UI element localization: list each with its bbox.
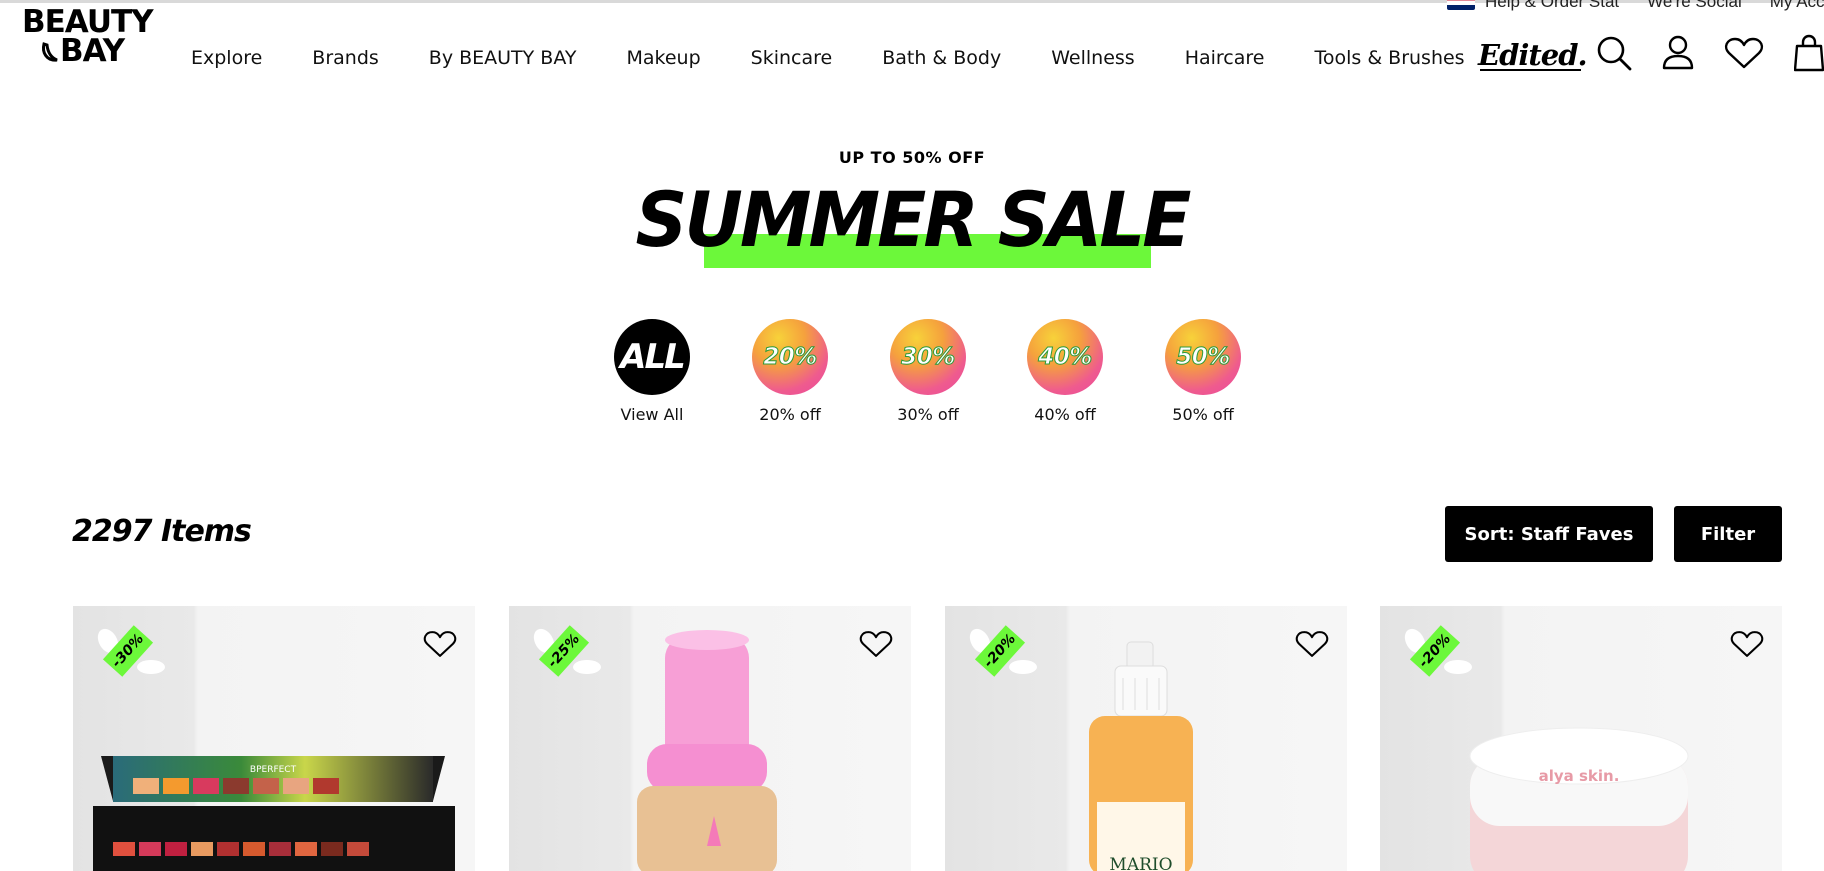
main-nav: Explore Brands By BEAUTY BAY Makeup Skin…	[191, 47, 1465, 69]
filter-20-off[interactable]: 20% 20% off	[735, 319, 845, 424]
circle-label: 20% off	[759, 405, 821, 424]
circle-label: 40% off	[1034, 405, 1096, 424]
heart-icon	[859, 631, 893, 657]
discount-badge: 40%	[1027, 319, 1103, 395]
filter-view-all[interactable]: ALL View All	[597, 319, 707, 424]
search-button[interactable]	[1595, 34, 1633, 77]
nav-by-beauty-bay[interactable]: By BEAUTY BAY	[429, 47, 577, 69]
discount-tag: -30%	[93, 625, 167, 678]
help-link[interactable]: Help & Order Stat	[1446, 0, 1620, 12]
filter-40-off[interactable]: 40% 40% off	[1010, 319, 1120, 424]
wishlist-button[interactable]	[1724, 37, 1764, 74]
discount-tag: -20%	[1400, 625, 1474, 678]
add-to-wishlist-button[interactable]	[1295, 630, 1329, 663]
discount-badge: 30%	[890, 319, 966, 395]
promo-subtitle: UP TO 50% OFF	[838, 148, 986, 167]
filter-button[interactable]: Filter	[1674, 506, 1782, 562]
nav-wellness[interactable]: Wellness	[1051, 47, 1134, 69]
discount-badge: 50%	[1165, 319, 1241, 395]
filter-30-off[interactable]: 30% 30% off	[873, 319, 983, 424]
jar-brand-text: alya skin.	[1539, 767, 1620, 785]
nav-skincare[interactable]: Skincare	[751, 47, 833, 69]
search-icon	[1597, 36, 1632, 71]
product-card[interactable]: MARIO -20%	[945, 606, 1347, 871]
nav-explore[interactable]: Explore	[191, 47, 262, 69]
utility-bar: Help & Order Stat We're Social My Acco	[1446, 0, 1824, 12]
palette-brand-text: BPERFECT	[250, 765, 297, 775]
edited-link[interactable]: Edited.	[1478, 38, 1588, 72]
discount-badge: 20%	[752, 319, 828, 395]
account-button[interactable]	[1660, 34, 1696, 77]
all-badge: ALL	[614, 319, 690, 395]
help-label: Help & Order Stat	[1484, 0, 1620, 11]
product-card[interactable]: BPERFECT -30%	[73, 606, 475, 871]
nav-tools-brushes[interactable]: Tools & Brushes	[1314, 47, 1464, 69]
discount-tag: -25%	[529, 625, 603, 678]
heart-icon	[1724, 37, 1764, 69]
product-card[interactable]: alya skin. -20%	[1380, 606, 1782, 871]
nav-brands[interactable]: Brands	[312, 47, 379, 69]
add-to-wishlist-button[interactable]	[1730, 630, 1764, 663]
social-link[interactable]: We're Social	[1647, 0, 1742, 12]
heart-icon	[1295, 631, 1329, 657]
circle-label: View All	[620, 405, 684, 424]
nav-makeup[interactable]: Makeup	[626, 47, 700, 69]
nav-haircare[interactable]: Haircare	[1185, 47, 1265, 69]
discount-tag: -20%	[965, 625, 1039, 678]
circle-label: 50% off	[1172, 405, 1234, 424]
heart-icon	[1730, 631, 1764, 657]
product-card[interactable]: -25%	[509, 606, 911, 871]
spray-brand-text: MARIO	[1109, 855, 1172, 871]
uk-flag-icon	[1446, 0, 1475, 10]
sort-button[interactable]: Sort: Staff Faves	[1445, 506, 1653, 562]
beauty-bay-logo[interactable]: BEAUTY BAY	[22, 7, 154, 74]
account-link[interactable]: My Acco	[1770, 0, 1824, 12]
shopping-bag-icon	[1793, 34, 1824, 72]
filter-50-off[interactable]: 50% 50% off	[1148, 319, 1258, 424]
promo-title: SUMMER SALE	[635, 175, 1192, 265]
items-count: 2297 Items	[72, 514, 252, 549]
bag-button[interactable]	[1793, 34, 1824, 77]
nav-bath-body[interactable]: Bath & Body	[882, 47, 1001, 69]
heart-icon	[423, 631, 457, 657]
add-to-wishlist-button[interactable]	[859, 630, 893, 663]
user-icon	[1662, 35, 1694, 70]
circle-label: 30% off	[897, 405, 959, 424]
banana-icon	[42, 42, 58, 62]
add-to-wishlist-button[interactable]	[423, 630, 457, 663]
